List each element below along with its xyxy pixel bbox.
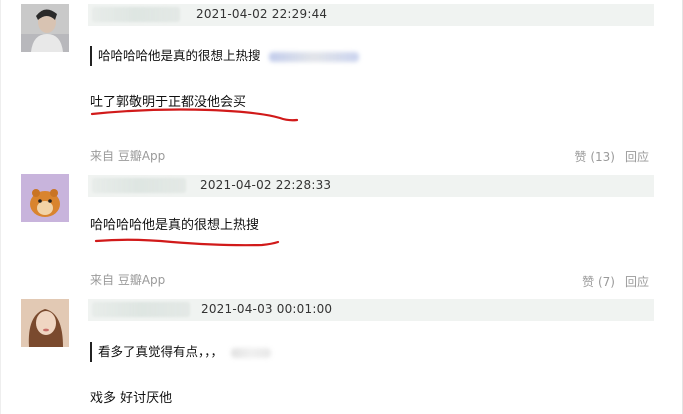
comment-text: 戏多 好讨厌他 — [90, 391, 173, 406]
username-redacted[interactable] — [92, 7, 180, 22]
comment-header-bar: 2021-04-02 22:28:33 — [88, 175, 654, 197]
comment-header-bar: 2021-04-02 22:29:44 — [88, 4, 654, 26]
avatar[interactable] — [21, 4, 69, 52]
quoted-reply: 哈哈哈哈他是真的很想上热搜 — [90, 46, 359, 66]
woman-portrait-avatar-icon — [21, 299, 69, 347]
red-underline-annotation — [94, 238, 280, 247]
quoted-text: 哈哈哈哈他是真的很想上热搜 — [98, 48, 261, 63]
hamster-avatar-icon — [21, 174, 69, 222]
comment-timestamp: 2021-04-02 22:28:33 — [200, 178, 332, 192]
like-button[interactable]: 赞 (13) — [575, 150, 615, 164]
avatar[interactable] — [21, 299, 69, 347]
comment-text: 吐了郭敬明于正都没他会买 — [90, 95, 247, 110]
page-left-border — [0, 0, 1, 414]
comment-header-bar: 2021-04-03 00:01:00 — [88, 299, 654, 321]
comment-text: 哈哈哈哈他是真的很想上热搜 — [90, 218, 260, 233]
reply-button[interactable]: 回应 — [625, 275, 649, 289]
like-button[interactable]: 赞 (7) — [582, 275, 615, 289]
comment-source: 来自 豆瓣App — [90, 273, 166, 287]
comment-actions: 赞 (7) 回应 — [572, 273, 649, 290]
comment-timestamp: 2021-04-03 00:01:00 — [201, 302, 333, 316]
quoted-reply: 看多了真觉得有点，，， — [90, 342, 272, 362]
username-redacted[interactable] — [92, 178, 186, 193]
reply-button[interactable]: 回应 — [625, 150, 649, 164]
person-portrait-avatar-icon — [21, 4, 69, 52]
quoted-text: 看多了真觉得有点，，， — [98, 344, 224, 359]
comment-actions: 赞 (13) 回应 — [565, 148, 649, 165]
quote-redacted-tail — [231, 347, 272, 358]
quote-redacted-tail — [268, 51, 359, 62]
comment-source: 来自 豆瓣App — [90, 149, 166, 163]
username-redacted[interactable] — [92, 302, 190, 317]
comment-timestamp: 2021-04-02 22:29:44 — [196, 7, 328, 21]
avatar[interactable] — [21, 174, 69, 222]
